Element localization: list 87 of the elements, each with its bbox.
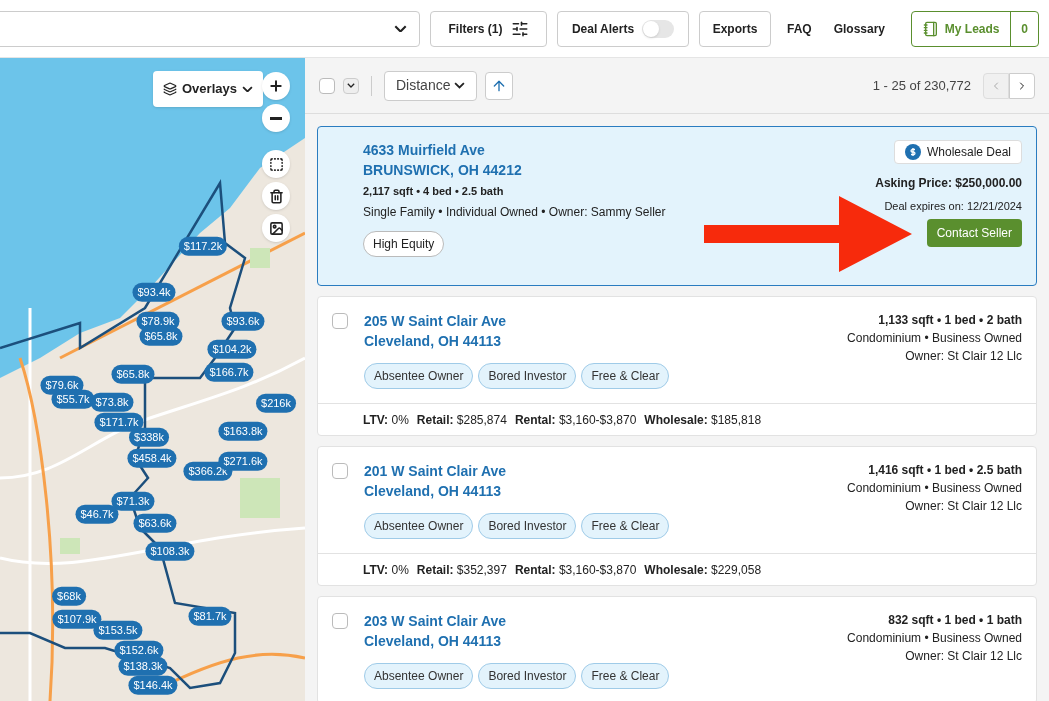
listing-checkbox[interactable] <box>332 313 348 329</box>
plus-icon <box>268 78 284 94</box>
property-type: Condominium • Business Owned <box>847 330 1022 347</box>
draw-shape-icon <box>268 156 284 172</box>
city-link[interactable]: Cleveland, OH 44113 <box>364 331 670 351</box>
nav-link[interactable]: FAQ <box>781 19 818 38</box>
deal-alerts-toggle[interactable] <box>642 19 675 38</box>
price-pin[interactable]: $104.2k <box>207 339 257 359</box>
my-leads-button[interactable]: My Leads 0 <box>911 10 1039 47</box>
address-link[interactable]: 201 W Saint Clair Ave <box>364 461 670 481</box>
deal-alerts-label: Deal Alerts <box>571 20 635 38</box>
tag: Bored Investor <box>478 513 577 539</box>
listing-checkbox[interactable] <box>332 613 348 629</box>
sort-direction-button[interactable] <box>485 71 514 100</box>
sort-dropdown[interactable]: Distance <box>384 70 478 101</box>
address-link[interactable]: 4633 Muirfield Ave <box>363 140 666 160</box>
price-pin[interactable]: $108.3k <box>145 541 195 561</box>
property-specs: 832 sqft • 1 bed • 1 bath <box>888 612 1022 629</box>
contact-seller-button[interactable]: Contact Seller <box>926 218 1022 247</box>
price-pin[interactable]: $65.8k <box>139 326 183 346</box>
chevron-down-icon <box>241 85 253 93</box>
tag: Absentee Owner <box>364 513 474 539</box>
address-link[interactable]: 203 W Saint Clair Ave <box>364 611 670 631</box>
metric: Rental: $3,160-$3,870 <box>514 561 637 579</box>
metric: Wholesale: $185,818 <box>644 411 762 429</box>
listing-checkbox[interactable] <box>332 463 348 479</box>
layers-icon <box>163 82 177 96</box>
metric: Retail: $352,397 <box>416 561 507 579</box>
price-pin[interactable]: $138.3k <box>118 656 168 676</box>
tag: Bored Investor <box>478 663 577 689</box>
overlays-button[interactable]: Overlays <box>153 71 263 107</box>
my-leads-label: My Leads <box>912 11 1012 46</box>
city-link[interactable]: BRUNSWICK, OH 44212 <box>363 160 666 180</box>
tag: Free & Clear <box>581 363 670 389</box>
metric: LTV: 0% <box>363 411 409 429</box>
price-pin[interactable]: $146.4k <box>128 675 178 695</box>
city-link[interactable]: Cleveland, OH 44113 <box>364 481 670 501</box>
property-type: Condominium • Business Owned <box>847 480 1022 497</box>
owner-name: Owner: St Clair 12 Llc <box>905 348 1022 365</box>
dollar-icon <box>904 144 921 160</box>
property-specs: 1,416 sqft • 1 bed • 2.5 bath <box>868 462 1022 479</box>
price-pin[interactable]: $73.8k <box>90 392 134 412</box>
tag: Free & Clear <box>581 513 670 539</box>
city-link[interactable]: Cleveland, OH 44113 <box>364 631 670 651</box>
result-range: 1 - 25 of 230,772 <box>872 76 971 95</box>
tag: Absentee Owner <box>364 363 474 389</box>
tag: Bored Investor <box>478 363 577 389</box>
price-pin[interactable]: $216k <box>256 393 296 413</box>
select-menu-button[interactable] <box>343 77 359 94</box>
property-specs: 2,117 sqft • 4 bed • 2.5 bath <box>363 184 505 199</box>
asking-price: Asking Price: $250,000.00 <box>875 175 1022 192</box>
owner-name: Owner: St Clair 12 Llc <box>905 648 1022 665</box>
leads-count: 0 <box>1020 20 1029 38</box>
notebook-icon <box>922 20 939 37</box>
deal-alerts-button[interactable]: Deal Alerts <box>557 10 689 47</box>
address-link[interactable]: 205 W Saint Clair Ave <box>364 311 670 331</box>
deal-expiry: Deal expires on: 12/21/2024 <box>884 199 1022 214</box>
minus-icon <box>270 116 282 120</box>
price-pin[interactable]: $166.7k <box>204 362 254 382</box>
trash-icon <box>268 188 284 204</box>
price-pin[interactable]: $338k <box>129 427 169 447</box>
image-icon <box>268 220 284 236</box>
price-pin[interactable]: $163.8k <box>218 421 268 441</box>
metric: Retail: $285,874 <box>416 411 507 429</box>
nav-link[interactable]: Glossary <box>827 19 892 38</box>
owner-name: Owner: St Clair 12 Llc <box>905 498 1022 515</box>
property-type: Condominium • Business Owned <box>847 630 1022 647</box>
tag: High Equity <box>363 230 445 257</box>
metric: Rental: $3,160-$3,870 <box>514 411 637 429</box>
select-all-checkbox[interactable] <box>319 77 335 94</box>
chevron-down-icon <box>347 83 355 88</box>
sliders-icon <box>510 19 529 38</box>
metric: Wholesale: $229,058 <box>644 561 762 579</box>
exports-button[interactable]: Exports <box>699 10 771 47</box>
chevron-down-icon <box>394 24 407 33</box>
chevron-down-icon <box>454 82 466 89</box>
property-specs: 1,133 sqft • 1 bed • 2 bath <box>878 312 1022 329</box>
wholesale-deal-badge: Wholesale Deal <box>893 140 1022 164</box>
property-details: Single Family • Individual Owned • Owner: Sammy Seller <box>363 203 666 221</box>
next-page-button[interactable] <box>1009 72 1035 99</box>
tag: Free & Clear <box>581 663 670 689</box>
metric: LTV: 0% <box>363 561 409 579</box>
price-pin[interactable]: $458.4k <box>127 448 177 468</box>
search-field[interactable] <box>0 10 420 47</box>
tag: Absentee Owner <box>364 663 474 689</box>
filters-button[interactable]: Filters (1) <box>430 10 547 47</box>
previous-page-button[interactable] <box>983 72 1009 99</box>
